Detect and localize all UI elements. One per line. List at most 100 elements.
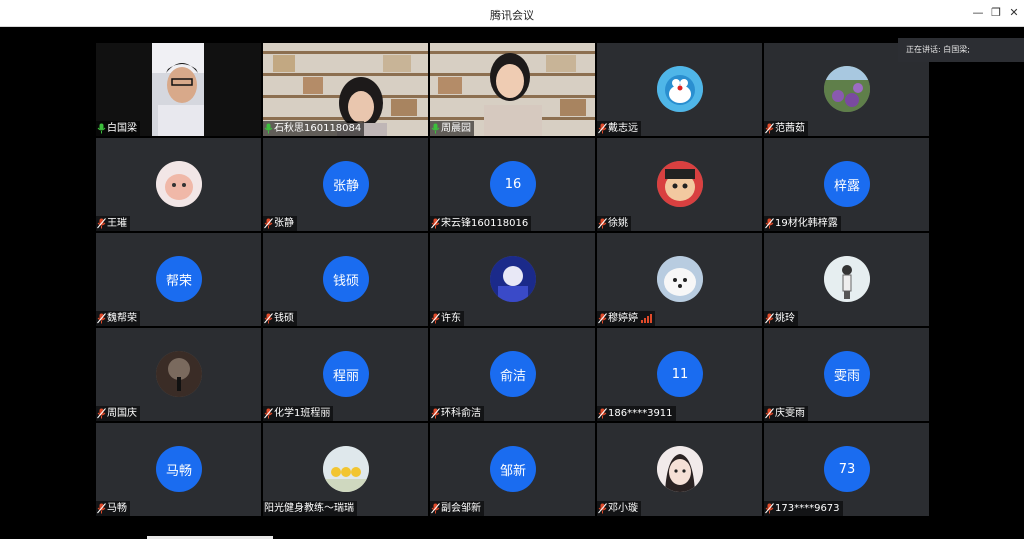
mic-muted-icon <box>598 123 607 134</box>
participant-tile[interactable]: 邹新 副会邹新 <box>430 423 595 516</box>
girl-face-avatar <box>657 446 703 492</box>
participant-tile[interactable]: 白国梁 <box>96 43 261 136</box>
participant-tile[interactable]: 徐姚 <box>597 138 762 231</box>
mic-muted-icon <box>765 503 774 514</box>
participant-tile[interactable]: 许东 <box>430 233 595 326</box>
participant-nameplate: 王璀 <box>96 216 130 231</box>
mic-muted-icon <box>97 408 106 419</box>
mic-muted-icon <box>765 123 774 134</box>
participant-nameplate: 张静 <box>263 216 297 231</box>
participant-name: 钱硕 <box>274 313 294 324</box>
participant-nameplate: 徐姚 <box>597 216 631 231</box>
participant-nameplate: 白国梁 <box>96 121 140 136</box>
mic-muted-icon <box>431 408 440 419</box>
participant-tile[interactable]: 马畅 马畅 <box>96 423 261 516</box>
participant-tile[interactable]: 周国庆 <box>96 328 261 421</box>
minimize-icon[interactable]: — <box>970 5 986 21</box>
participant-tile[interactable]: 石秋思160118084 <box>263 43 428 136</box>
participant-tile[interactable]: 戴志远 <box>597 43 762 136</box>
participant-tile[interactable]: 阳光健身教练～瑞瑞 <box>263 423 428 516</box>
participant-tile[interactable]: 邓小璇 <box>597 423 762 516</box>
mic-muted-icon <box>431 503 440 514</box>
participant-name: 魏帮荣 <box>107 313 137 324</box>
participant-name: 庆雯雨 <box>775 408 805 419</box>
mic-muted-icon <box>264 218 273 229</box>
participant-tile[interactable]: 程丽化学1班程丽 <box>263 328 428 421</box>
participant-nameplate: 穆婷婷 <box>597 311 655 326</box>
ducks-avatar <box>323 446 369 492</box>
girl-standing-avatar <box>824 256 870 302</box>
avatar: 程丽 <box>323 351 369 397</box>
participant-nameplate: 173****9673 <box>764 501 843 516</box>
avatar: 俞洁 <box>490 351 536 397</box>
avatar: 张静 <box>323 161 369 207</box>
participant-nameplate: 化学1班程丽 <box>263 406 334 421</box>
mic-muted-icon <box>97 218 106 229</box>
participant-nameplate: 周国庆 <box>96 406 140 421</box>
avatar: 马畅 <box>156 446 202 492</box>
participant-name: 姚玲 <box>775 313 795 324</box>
participant-name: 邓小璇 <box>608 503 638 514</box>
mic-muted-icon <box>598 503 607 514</box>
participant-tile[interactable]: 张静 张静 <box>263 138 428 231</box>
participant-tile[interactable]: 帮荣 魏帮荣 <box>96 233 261 326</box>
participant-tile[interactable]: 姚玲 <box>764 233 929 326</box>
participant-tile[interactable]: 俞洁 环科俞洁 <box>430 328 595 421</box>
flowers-avatar <box>824 66 870 112</box>
meeting-stage: 白国梁 石秋思160118084 周晨园 戴志远 范茜茹 王璀 张静 张静 16 宋云锋16011… <box>0 27 1024 539</box>
avatar: 梓露 <box>824 161 870 207</box>
participant-tile[interactable]: 钱硕 钱硕 <box>263 233 428 326</box>
participant-nameplate: 姚玲 <box>764 311 798 326</box>
participant-tile[interactable]: 雯雨 庆雯雨 <box>764 328 929 421</box>
restore-icon[interactable]: ❐ <box>988 5 1004 21</box>
mic-muted-icon <box>598 313 607 324</box>
participant-nameplate: 环科俞洁 <box>430 406 484 421</box>
mic-on-icon <box>264 123 273 134</box>
cartoon-boy-avatar <box>657 161 703 207</box>
participant-nameplate: 许东 <box>430 311 464 326</box>
mic-muted-icon <box>765 218 774 229</box>
participant-tile[interactable]: 周晨园 <box>430 43 595 136</box>
participant-name: 19材化韩梓露 <box>775 218 838 229</box>
participant-name: 186****3911 <box>608 408 673 419</box>
moon-avatar <box>156 351 202 397</box>
participant-tile[interactable]: 穆婷婷 <box>597 233 762 326</box>
participant-name: 范茜茹 <box>775 123 805 134</box>
avatar: 16 <box>490 161 536 207</box>
participant-nameplate: 186****3911 <box>597 406 676 421</box>
mic-muted-icon <box>431 313 440 324</box>
participant-nameplate: 周晨园 <box>430 121 474 136</box>
signal-strength-icon <box>641 314 652 323</box>
participant-name: 穆婷婷 <box>608 313 638 324</box>
participant-name: 化学1班程丽 <box>274 408 331 419</box>
doraemon-avatar <box>657 66 703 112</box>
participant-tile[interactable]: 11 186****3911 <box>597 328 762 421</box>
speaking-label: 正在讲话: 白国梁; <box>906 45 970 54</box>
title-bar: 腾讯会议 — ❐ ✕ <box>0 0 1024 27</box>
participant-name: 王璀 <box>107 218 127 229</box>
participant-tile[interactable]: 16 宋云锋160118016 <box>430 138 595 231</box>
participant-nameplate: 钱硕 <box>263 311 297 326</box>
participant-nameplate: 邓小璇 <box>597 501 641 516</box>
participant-tile[interactable]: 王璀 <box>96 138 261 231</box>
participant-name: 石秋思160118084 <box>274 123 362 134</box>
participant-tile[interactable]: 73 173****9673 <box>764 423 929 516</box>
mic-muted-icon <box>431 218 440 229</box>
pink-face-avatar <box>156 161 202 207</box>
close-icon[interactable]: ✕ <box>1006 5 1022 21</box>
participant-nameplate: 魏帮荣 <box>96 311 140 326</box>
participant-nameplate: 19材化韩梓露 <box>764 216 841 231</box>
participant-name: 阳光健身教练～瑞瑞 <box>264 503 354 514</box>
anime-avatar <box>490 256 536 302</box>
avatar: 钱硕 <box>323 256 369 302</box>
mic-muted-icon <box>97 503 106 514</box>
mic-muted-icon <box>765 408 774 419</box>
participant-name: 173****9673 <box>775 503 840 514</box>
avatar: 11 <box>657 351 703 397</box>
participant-name: 戴志远 <box>608 123 638 134</box>
mic-on-icon <box>431 123 440 134</box>
participant-tile[interactable]: 梓露 19材化韩梓露 <box>764 138 929 231</box>
mic-on-icon <box>97 123 106 134</box>
participant-name: 环科俞洁 <box>441 408 481 419</box>
mic-muted-icon <box>598 218 607 229</box>
